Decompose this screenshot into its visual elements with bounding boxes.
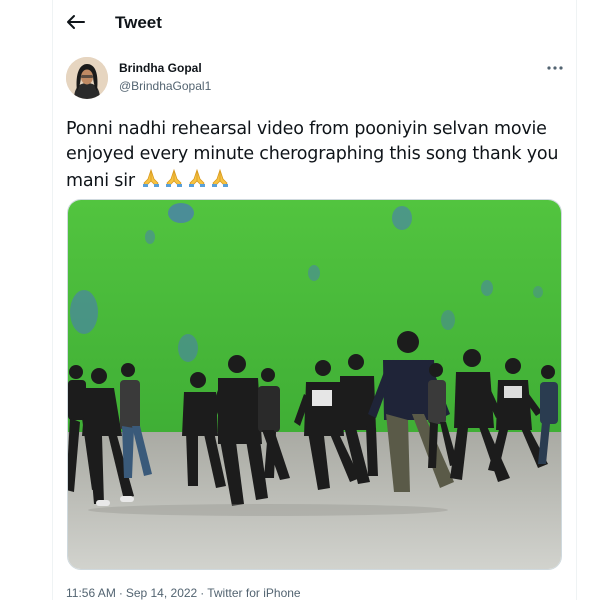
- arrow-left-icon: [67, 15, 85, 29]
- tweet-metadata: 11:56 AM · Sep 14, 2022 · Twitter for iPhone: [66, 586, 301, 600]
- video-frame: [68, 200, 561, 569]
- folded-hands-icon: [212, 168, 229, 187]
- tweet-media-video[interactable]: [67, 199, 562, 570]
- meta-separator: ·: [118, 586, 123, 600]
- timeline-border-right: [576, 0, 577, 600]
- avatar[interactable]: [66, 57, 108, 99]
- folded-hands-icon: [189, 168, 206, 187]
- timeline-border-left: [52, 0, 53, 600]
- meta-separator: ·: [200, 586, 205, 600]
- page-header: Tweet: [52, 0, 576, 46]
- tweet-date[interactable]: Sep 14, 2022: [126, 586, 197, 600]
- tweet-time[interactable]: 11:56 AM: [66, 586, 116, 600]
- author-name[interactable]: Brindha Gopal: [119, 61, 202, 75]
- tweet-text: Ponni nadhi rehearsal video from pooniyi…: [66, 117, 566, 197]
- folded-hands-icon: [166, 168, 183, 187]
- author-handle[interactable]: @BrindhaGopal1: [119, 79, 211, 93]
- tweet-source[interactable]: Twitter for iPhone: [207, 586, 300, 600]
- folded-hands-emoji-row: [140, 167, 232, 197]
- back-button[interactable]: [64, 10, 88, 34]
- folded-hands-icon: [143, 168, 160, 187]
- avatar-image: [66, 57, 108, 99]
- more-horizontal-icon: [547, 66, 563, 70]
- more-button[interactable]: [544, 60, 566, 76]
- page-title: Tweet: [115, 13, 162, 32]
